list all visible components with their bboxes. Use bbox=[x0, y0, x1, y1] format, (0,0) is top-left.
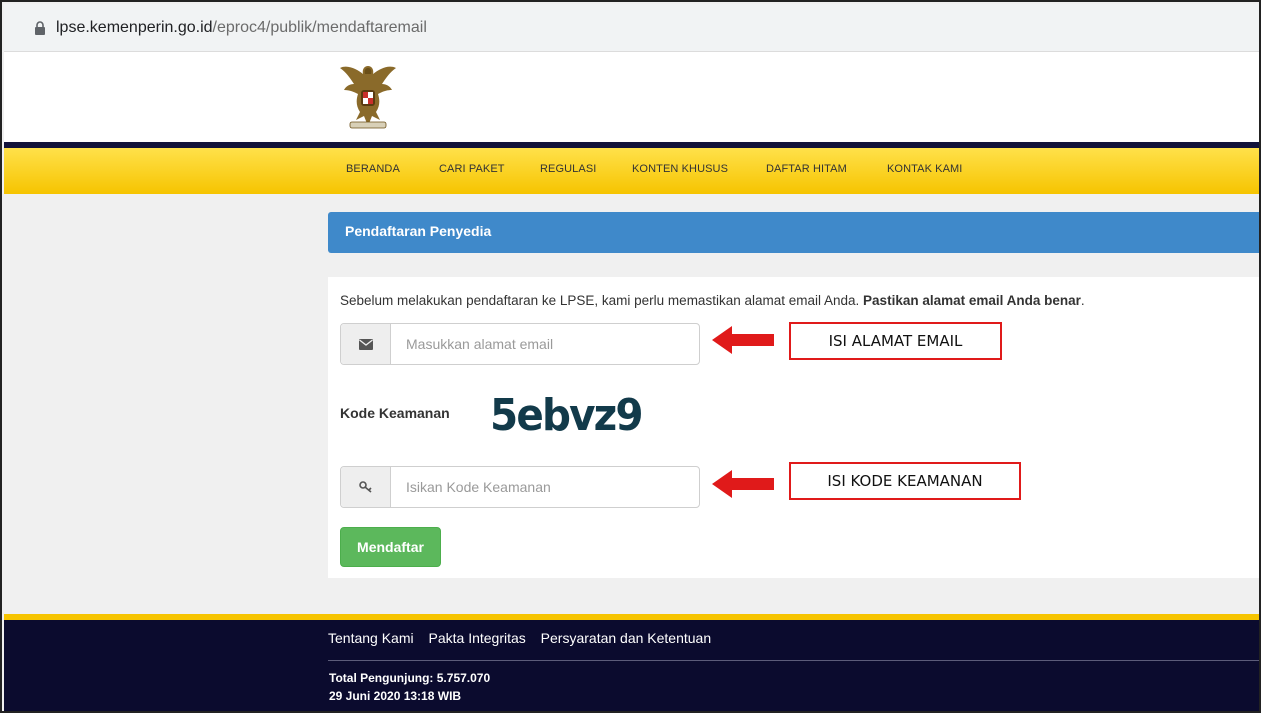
lock-icon bbox=[34, 20, 46, 35]
address-bar[interactable]: lpse.kemenperin.go.id/eproc4/publik/mend… bbox=[4, 4, 1259, 52]
envelope-icon bbox=[341, 324, 391, 364]
footer-stats: Total Pengunjung: 5.757.070 29 Juni 2020… bbox=[329, 669, 490, 705]
kode-keamanan-label: Kode Keamanan bbox=[340, 405, 450, 421]
email-input[interactable] bbox=[391, 324, 699, 364]
footer-link-persyaratan[interactable]: Persyaratan dan Ketentuan bbox=[541, 630, 711, 646]
email-input-group bbox=[340, 323, 700, 365]
browser-window: lpse.kemenperin.go.id/eproc4/publik/mend… bbox=[0, 0, 1261, 713]
footer-divider bbox=[328, 660, 1259, 661]
nav-kontak-kami[interactable]: KONTAK KAMI bbox=[887, 163, 962, 175]
arrow-left-icon bbox=[712, 470, 774, 498]
mendaftar-button[interactable]: Mendaftar bbox=[340, 527, 441, 567]
url-path: /eproc4/publik/mendaftaremail bbox=[212, 18, 427, 36]
garuda-emblem-logo[interactable] bbox=[336, 60, 400, 132]
key-icon bbox=[341, 467, 391, 507]
nav-konten-khusus[interactable]: KONTEN KHUSUS bbox=[632, 163, 728, 175]
nav-beranda[interactable]: BERANDA bbox=[346, 163, 400, 175]
footer-links: Tentang Kami Pakta Integritas Persyarata… bbox=[328, 630, 722, 646]
url-host: lpse.kemenperin.go.id bbox=[56, 18, 213, 36]
nav-regulasi[interactable]: REGULASI bbox=[540, 163, 596, 175]
site-header bbox=[4, 52, 1259, 142]
intro-text: Sebelum melakukan pendaftaran ke LPSE, k… bbox=[340, 293, 1085, 308]
visitor-count: Total Pengunjung: 5.757.070 bbox=[329, 671, 491, 685]
nav-cari-paket[interactable]: CARI PAKET bbox=[439, 163, 505, 175]
nav-daftar-hitam[interactable]: DAFTAR HITAM bbox=[766, 163, 847, 175]
annotation-email: ISI ALAMAT EMAIL bbox=[789, 322, 1002, 360]
kode-keamanan-input[interactable] bbox=[391, 467, 699, 507]
intro-normal: Sebelum melakukan pendaftaran ke LPSE, k… bbox=[340, 293, 860, 308]
arrow-left-icon bbox=[712, 326, 774, 354]
url-text[interactable]: lpse.kemenperin.go.id/eproc4/publik/mend… bbox=[56, 19, 427, 37]
kode-input-group bbox=[340, 466, 700, 508]
footer-link-tentang-kami[interactable]: Tentang Kami bbox=[328, 630, 414, 646]
captcha-image: 5ebvz9 bbox=[490, 390, 644, 441]
annotation-kode: ISI KODE KEAMANAN bbox=[789, 462, 1021, 500]
footer-link-pakta-integritas[interactable]: Pakta Integritas bbox=[429, 630, 526, 646]
intro-end: . bbox=[1080, 293, 1085, 308]
footer-datetime: 29 Juni 2020 13:18 WIB bbox=[329, 689, 462, 703]
intro-bold: Pastikan alamat email Anda benar bbox=[863, 293, 1081, 308]
panel-title: Pendaftaran Penyedia bbox=[328, 212, 1259, 253]
main-nav: BERANDA CARI PAKET REGULASI KONTEN KHUSU… bbox=[4, 148, 1259, 194]
